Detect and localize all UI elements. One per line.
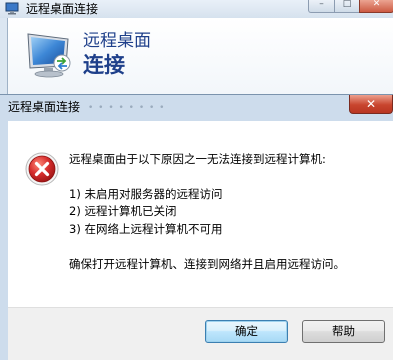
dialog-titlebar[interactable]: 远程桌面连接 • • • • • • • • ✕ xyxy=(0,95,393,119)
background-close-button[interactable]: ✕ xyxy=(359,0,393,13)
help-button[interactable]: 帮助 xyxy=(302,320,385,343)
error-dialog: 远程桌面连接 • • • • • • • • ✕ 远程桌面由于以下原因之一无法连… xyxy=(0,94,393,360)
background-window-title: 远程桌面连接 xyxy=(26,2,99,16)
advice-message: 确保打开远程计算机、连接到网络并且启用远程访问。 xyxy=(69,257,345,271)
dialog-ghost-text: • • • • • • • • xyxy=(88,103,166,113)
reason-item: 2) 远程计算机已关闭 xyxy=(69,204,177,218)
dialog-button-bar: 确定 帮助 xyxy=(8,307,393,360)
ok-button[interactable]: 确定 xyxy=(205,320,288,343)
dialog-body: 远程桌面由于以下原因之一无法连接到远程计算机: 1) 未启用对服务器的远程访问 … xyxy=(8,121,393,307)
minimize-icon: – xyxy=(319,0,324,9)
reason-item: 1) 未启用对服务器的远程访问 xyxy=(69,187,223,201)
background-heading-line1: 远程桌面 xyxy=(83,31,151,51)
dialog-title: 远程桌面连接 xyxy=(8,100,81,114)
close-icon: ✕ xyxy=(365,97,377,111)
error-icon xyxy=(25,152,59,186)
background-header-band: 远程桌面 连接 xyxy=(8,18,393,96)
dialog-close-button[interactable]: ✕ xyxy=(349,95,393,114)
error-message: 远程桌面由于以下原因之一无法连接到远程计算机: xyxy=(69,152,326,166)
remote-desktop-monitor-icon xyxy=(27,33,71,78)
reason-item: 3) 在网络上远程计算机不可用 xyxy=(69,222,223,236)
close-icon: ✕ xyxy=(372,0,381,9)
maximize-icon: □ xyxy=(342,0,352,9)
minimize-button[interactable]: – xyxy=(308,0,335,13)
maximize-button[interactable]: □ xyxy=(334,0,360,13)
background-titlebar[interactable]: 远程桌面连接 – □ ✕ xyxy=(0,0,393,18)
background-heading-line2: 连接 xyxy=(83,53,125,77)
remote-desktop-app-icon xyxy=(5,2,19,15)
